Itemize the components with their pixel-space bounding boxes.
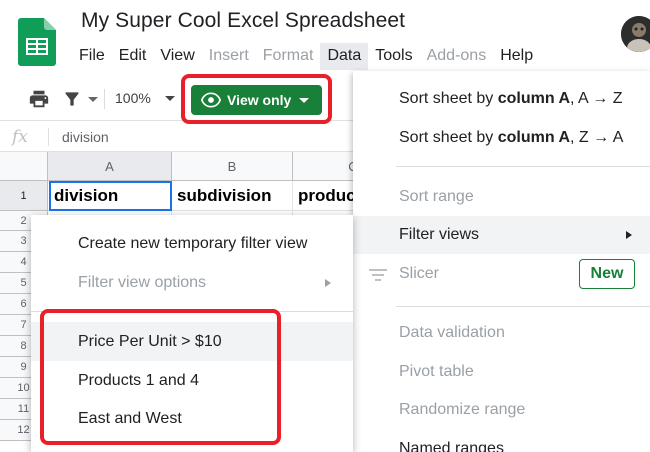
- filter-views-label: Filter views: [399, 226, 480, 243]
- menu-file[interactable]: File: [72, 43, 112, 70]
- submenu-arrow-icon: [626, 231, 632, 239]
- menu-item-named-ranges[interactable]: Named ranges: [353, 430, 650, 452]
- data-menu: Sort sheet by column A, A → Z Sort sheet…: [353, 71, 650, 452]
- column-header-b[interactable]: B: [172, 152, 293, 181]
- menubar: File Edit View Insert Format Data Tools …: [72, 41, 540, 71]
- cell-a1[interactable]: division: [49, 181, 172, 211]
- saved-views-highlight-box: [40, 309, 281, 445]
- view-only-button[interactable]: View only: [191, 85, 322, 115]
- print-icon[interactable]: [28, 88, 50, 110]
- sort-az-prefix: Sort sheet by: [399, 90, 498, 107]
- menu-divider: [396, 306, 650, 307]
- sort-za-column: column A: [497, 129, 571, 146]
- view-only-label: View only: [227, 92, 292, 108]
- menu-divider: [396, 166, 650, 167]
- eye-icon: [201, 92, 221, 108]
- formula-divider: [48, 128, 49, 146]
- sort-za-prefix: Sort sheet by: [399, 129, 498, 146]
- menu-help[interactable]: Help: [493, 43, 540, 70]
- menu-add-ons[interactable]: Add-ons: [420, 43, 494, 70]
- menu-item-sort-az[interactable]: Sort sheet by column A, A → Z: [353, 80, 650, 118]
- fx-icon: fx: [12, 127, 28, 147]
- avatar[interactable]: [621, 16, 650, 52]
- menu-item-randomize-range[interactable]: Randomize range: [353, 391, 650, 429]
- google-sheets-logo-icon[interactable]: [18, 18, 56, 66]
- new-badge: New: [579, 259, 635, 289]
- sort-az-column: column A: [497, 90, 571, 107]
- menu-tools[interactable]: Tools: [368, 43, 419, 70]
- cell-b1[interactable]: subdivision: [172, 181, 293, 211]
- menu-item-sort-range[interactable]: Sort range: [353, 178, 650, 216]
- filter-dropdown-caret-icon[interactable]: [88, 97, 98, 102]
- chevron-down-icon: [299, 97, 310, 103]
- formula-input[interactable]: division: [62, 129, 109, 145]
- menu-data[interactable]: Data: [320, 42, 369, 70]
- sort-za-suffix: , Z → A: [570, 129, 624, 146]
- menu-format[interactable]: Format: [256, 43, 321, 70]
- column-header-a[interactable]: A: [48, 152, 172, 181]
- filter-view-options-label: Filter view options: [78, 274, 207, 291]
- sort-az-suffix: , A → Z: [570, 90, 623, 107]
- zoom-caret-icon[interactable]: [165, 96, 175, 101]
- select-all-corner[interactable]: [0, 152, 48, 181]
- zoom-select[interactable]: 100%: [115, 90, 151, 106]
- row-header-1[interactable]: 1: [0, 181, 48, 211]
- menu-insert[interactable]: Insert: [202, 43, 256, 70]
- document-title[interactable]: My Super Cool Excel Spreadsheet: [81, 9, 405, 33]
- menu-edit[interactable]: Edit: [112, 43, 154, 70]
- menu-view[interactable]: View: [153, 43, 201, 70]
- menu-item-data-validation[interactable]: Data validation: [353, 314, 650, 352]
- submenu-arrow-icon: [325, 279, 331, 287]
- menu-item-filter-views[interactable]: Filter views: [353, 216, 650, 254]
- toolbar-divider: [104, 89, 105, 109]
- menu-item-filter-view-options[interactable]: Filter view options: [31, 263, 353, 302]
- menu-item-pivot-table[interactable]: Pivot table: [353, 353, 650, 391]
- cell-c1[interactable]: product: [293, 181, 353, 211]
- filter-icon[interactable]: [62, 88, 82, 110]
- menu-item-sort-za[interactable]: Sort sheet by column A, Z → A: [353, 119, 650, 157]
- menu-item-create-temp-filter-view[interactable]: Create new temporary filter view: [31, 224, 353, 263]
